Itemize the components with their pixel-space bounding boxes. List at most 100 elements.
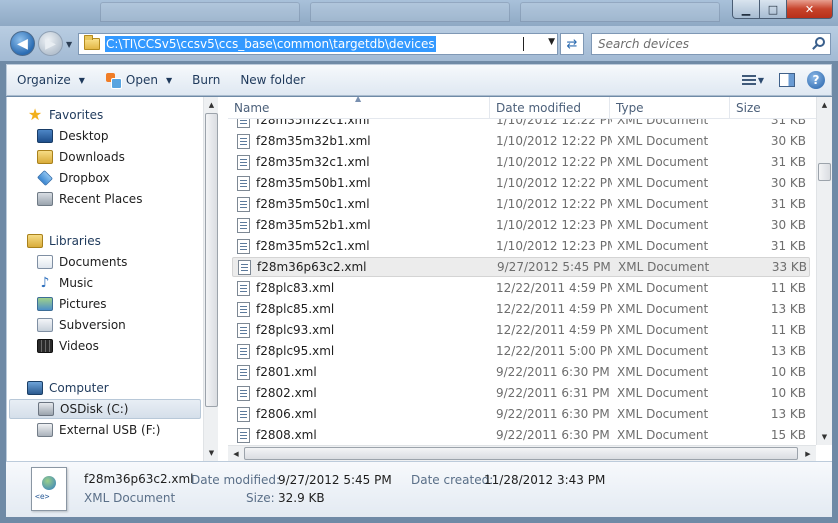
pictures-icon bbox=[37, 297, 53, 311]
xml-file-icon: <e> bbox=[31, 467, 67, 511]
forward-button[interactable]: ▶ bbox=[38, 31, 63, 56]
navigation-bar: ◀ ▶ ▼ C:\TI\CCSv5\ccsv5\ccs_base\common\… bbox=[0, 26, 838, 61]
file-name-cell: f28m35m52c1.xml bbox=[256, 239, 370, 253]
column-label: Type bbox=[616, 101, 644, 115]
xml-file-icon bbox=[237, 385, 250, 401]
table-row[interactable]: f28plc85.xml 12/22/2011 4:59 PM XML Docume… bbox=[232, 299, 810, 319]
file-name-cell: f28m36p63c2.xml bbox=[257, 260, 367, 274]
hard-drive-icon bbox=[38, 402, 54, 416]
file-list-scrollbar[interactable]: ▲ ▼ bbox=[816, 97, 832, 445]
table-row[interactable]: f28m35m50c1.xml 1/10/2012 12:22 PM XML Doc… bbox=[232, 194, 810, 214]
scroll-down-arrow[interactable]: ▼ bbox=[204, 445, 219, 461]
open-button[interactable]: Open ▼ bbox=[95, 65, 182, 95]
column-header-name[interactable]: Name ▲ bbox=[228, 97, 490, 119]
table-row[interactable]: f2802.xml 9/22/2011 6:31 PM XML Document 10… bbox=[232, 383, 810, 403]
recent-pages-dropdown[interactable]: ▼ bbox=[66, 40, 72, 49]
xml-file-icon bbox=[237, 119, 250, 128]
maximize-button[interactable]: □ bbox=[759, 0, 787, 19]
file-name-cell: f28plc85.xml bbox=[256, 302, 335, 316]
details-date-modified-label: Date modified: bbox=[191, 473, 281, 487]
type-cell: XML Document bbox=[617, 428, 709, 442]
scroll-left-arrow[interactable]: ◀ bbox=[228, 446, 244, 461]
table-row[interactable]: f28m35m50b1.xml 1/10/2012 12:22 PM XML Doc… bbox=[232, 173, 810, 193]
details-pane: <e> f28m36p63c2.xml XML Document Date mo… bbox=[6, 461, 832, 517]
sidebar-item-label: Downloads bbox=[59, 150, 125, 164]
table-row[interactable]: f28m35m52c1.xml 1/10/2012 12:23 PM XML Doc… bbox=[232, 236, 810, 256]
date-modified-cell: 12/22/2011 4:59 PM bbox=[496, 302, 612, 316]
help-button[interactable]: ? bbox=[807, 71, 825, 89]
column-header-type[interactable]: Type bbox=[610, 97, 730, 119]
close-button[interactable]: ✕ bbox=[786, 0, 833, 19]
table-row[interactable]: f28m35m22c1.xml 1/10/2012 12:22 PM XML Doc… bbox=[232, 119, 810, 130]
type-cell: XML Document bbox=[618, 260, 710, 274]
scrollbar-thumb[interactable] bbox=[205, 113, 218, 407]
type-cell: XML Document bbox=[617, 134, 709, 148]
type-cell: XML Document bbox=[617, 323, 709, 337]
file-name-cell: f28m35m50b1.xml bbox=[256, 176, 371, 190]
text-cursor bbox=[523, 37, 524, 51]
new-folder-button[interactable]: New folder bbox=[230, 65, 315, 95]
column-header-size[interactable]: Size bbox=[730, 97, 816, 119]
refresh-icon: ⇄ bbox=[566, 36, 578, 52]
change-view-button[interactable]: ▼ bbox=[739, 69, 767, 91]
scrollbar-thumb[interactable] bbox=[244, 447, 798, 460]
scroll-up-arrow[interactable]: ▲ bbox=[204, 97, 219, 113]
size-cell: 31 KB bbox=[770, 155, 806, 169]
date-modified-cell: 9/22/2011 6:30 PM bbox=[496, 407, 610, 421]
details-filename: f28m36p63c2.xml bbox=[84, 472, 194, 486]
table-row[interactable]: f28plc95.xml 12/22/2011 5:00 PM XML Docume… bbox=[232, 341, 810, 361]
scroll-right-arrow[interactable]: ▶ bbox=[800, 446, 816, 461]
address-path[interactable]: C:\TI\CCSv5\ccsv5\ccs_base\common\target… bbox=[105, 36, 436, 52]
chevron-down-icon: ▼ bbox=[757, 75, 765, 85]
sidebar-item-computer[interactable]: Computer bbox=[27, 378, 223, 398]
table-row[interactable]: f2801.xml 9/22/2011 6:30 PM XML Document 10… bbox=[232, 362, 810, 382]
type-cell: XML Document bbox=[617, 365, 709, 379]
column-header-date[interactable]: Date modified bbox=[490, 97, 610, 119]
file-rows: f28m35m22c1.xml 1/10/2012 12:22 PM XML Doc… bbox=[228, 119, 816, 445]
sidebar-item-favorites[interactable]: ★ Favorites bbox=[27, 105, 223, 125]
xml-file-icon bbox=[237, 154, 250, 170]
address-bar[interactable]: C:\TI\CCSv5\ccsv5\ccs_base\common\target… bbox=[78, 33, 558, 55]
preview-pane-button[interactable] bbox=[779, 73, 795, 87]
organize-label: Organize bbox=[17, 73, 71, 87]
scroll-up-arrow[interactable]: ▲ bbox=[817, 97, 832, 113]
table-row[interactable]: f2806.xml 9/22/2011 6:30 PM XML Document 13… bbox=[232, 404, 810, 424]
size-cell: 10 KB bbox=[770, 365, 806, 379]
table-row[interactable]: f28m35m52b1.xml 1/10/2012 12:23 PM XML Doc… bbox=[232, 215, 810, 235]
back-button[interactable]: ◀ bbox=[10, 31, 35, 56]
search-input[interactable] bbox=[598, 37, 808, 51]
search-icon[interactable] bbox=[815, 37, 825, 47]
sidebar-item-osdisk[interactable]: OSDisk (C:) bbox=[9, 399, 201, 419]
table-row[interactable]: f2808.xml 9/22/2011 6:30 PM XML Document 15… bbox=[232, 425, 810, 445]
table-row[interactable]: f28m35m32c1.xml 1/10/2012 12:22 PM XML Doc… bbox=[232, 152, 810, 172]
documents-icon bbox=[37, 255, 53, 269]
dropbox-icon bbox=[37, 170, 53, 186]
xml-file-icon bbox=[237, 406, 250, 422]
minimize-button[interactable]: ▁ bbox=[732, 0, 760, 19]
file-name-cell: f2801.xml bbox=[256, 365, 317, 379]
date-modified-cell: 1/10/2012 12:22 PM bbox=[496, 176, 612, 190]
table-row[interactable]: f28plc83.xml 12/22/2011 4:59 PM XML Docume… bbox=[232, 278, 810, 298]
organize-button[interactable]: Organize ▼ bbox=[7, 65, 95, 95]
sidebar-item-libraries[interactable]: Libraries bbox=[27, 231, 223, 251]
table-row[interactable]: f28m35m32b1.xml 1/10/2012 12:22 PM XML Doc… bbox=[232, 131, 810, 151]
size-cell: 33 KB bbox=[771, 260, 807, 274]
pane-splitter[interactable] bbox=[218, 97, 228, 461]
size-cell: 30 KB bbox=[770, 218, 806, 232]
refresh-button[interactable]: ⇄ bbox=[560, 33, 584, 55]
subversion-icon bbox=[37, 318, 53, 332]
size-cell: 13 KB bbox=[770, 344, 806, 358]
table-row[interactable]: f28plc93.xml 12/22/2011 4:59 PM XML Docume… bbox=[232, 320, 810, 340]
address-dropdown-icon[interactable]: ▼ bbox=[548, 37, 555, 47]
file-name-cell: f28m35m32b1.xml bbox=[256, 134, 371, 148]
horizontal-scrollbar[interactable]: ◀ ▶ bbox=[228, 445, 816, 461]
scrollbar-thumb[interactable] bbox=[818, 163, 831, 181]
column-label: Size bbox=[736, 101, 761, 115]
search-box[interactable] bbox=[591, 33, 831, 55]
burn-button[interactable]: Burn bbox=[182, 65, 230, 95]
navigation-scrollbar[interactable]: ▲ ▼ bbox=[203, 97, 219, 461]
scroll-down-arrow[interactable]: ▼ bbox=[817, 429, 832, 445]
xml-file-icon bbox=[237, 322, 250, 338]
file-name-cell: f28m35m22c1.xml bbox=[256, 119, 370, 127]
table-row[interactable]: f28m36p63c2.xml 9/27/2012 5:45 PM XML Docu… bbox=[232, 257, 810, 277]
